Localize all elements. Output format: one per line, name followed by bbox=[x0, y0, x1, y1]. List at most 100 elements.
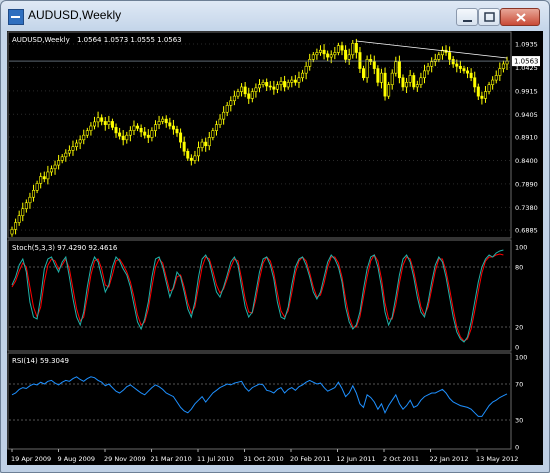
date-tick-label: 19 Apr 2009 bbox=[11, 455, 51, 463]
candle-body bbox=[422, 70, 426, 79]
candle-body bbox=[505, 60, 509, 65]
candle-body bbox=[390, 72, 394, 85]
stochastic-group bbox=[9, 249, 510, 343]
rsi-level-label: 30 bbox=[515, 417, 523, 425]
candle-body bbox=[487, 84, 491, 92]
candle-body bbox=[480, 95, 484, 99]
candle-body bbox=[207, 137, 211, 147]
candle-body bbox=[75, 142, 79, 147]
price-tick-label: 0.8910 bbox=[515, 134, 538, 142]
stoch-panel-frame bbox=[7, 239, 512, 352]
date-tick-label: 9 Aug 2009 bbox=[58, 455, 96, 463]
maximize-button[interactable] bbox=[478, 8, 500, 26]
candle-body bbox=[408, 75, 412, 83]
candle-body bbox=[89, 125, 93, 131]
stoch-level-label: 100 bbox=[515, 244, 527, 252]
chart-area[interactable]: 1.0935 1.0425 0.9915 0.9405 0.8910 0.8400 0.78… bbox=[7, 31, 543, 465]
candle-body bbox=[290, 79, 294, 83]
stoch-main-line bbox=[11, 249, 504, 343]
candle-body bbox=[430, 61, 434, 67]
date-tick-label: 22 Jan 2012 bbox=[430, 455, 469, 463]
candle-body bbox=[189, 157, 193, 161]
candle-body bbox=[150, 130, 154, 138]
candle-body bbox=[297, 77, 301, 83]
date-tick-label: 12 Jun 2011 bbox=[337, 455, 376, 463]
candle-body bbox=[333, 52, 337, 56]
candle-body bbox=[379, 72, 383, 83]
candle-body bbox=[304, 65, 308, 74]
current-price-tag: 1.0563 bbox=[512, 56, 540, 67]
candle-body bbox=[193, 155, 197, 161]
rsi-level-label: 100 bbox=[515, 354, 527, 362]
candle-body bbox=[168, 122, 172, 127]
candle-body bbox=[458, 65, 462, 69]
candle-body bbox=[365, 59, 369, 79]
title-bar[interactable]: AUDUSD,Weekly bbox=[1, 1, 549, 31]
candle-body bbox=[405, 82, 409, 88]
candle-body bbox=[491, 79, 495, 85]
candle-body bbox=[498, 68, 502, 76]
candle-body bbox=[42, 176, 46, 180]
date-tick-label: 29 Nov 2009 bbox=[104, 455, 146, 463]
candle-body bbox=[437, 54, 441, 60]
candle-body bbox=[64, 152, 68, 158]
stoch-level-label: 20 bbox=[515, 324, 523, 332]
rsi-level-label: 0 bbox=[515, 444, 519, 452]
candle-body bbox=[132, 125, 136, 131]
rsi-panel-frame bbox=[7, 352, 512, 450]
candle-body bbox=[161, 118, 165, 122]
candle-body bbox=[483, 91, 487, 99]
candle-body bbox=[340, 45, 344, 51]
candle-body bbox=[466, 70, 470, 74]
chart-window-icon bbox=[8, 9, 24, 25]
close-button[interactable] bbox=[500, 8, 540, 26]
candle-body bbox=[143, 131, 147, 136]
candle-body bbox=[247, 93, 251, 99]
chart-window: AUDUSD,Weekly 1.0935 1.0425 0.9915 0.9405 0.… bbox=[0, 0, 550, 473]
candle-body bbox=[85, 130, 89, 136]
candle-body bbox=[272, 86, 276, 90]
price-chart-svg[interactable]: 1.09351.04250.99150.94050.89100.84000.78… bbox=[7, 31, 543, 465]
candle-body bbox=[240, 86, 244, 92]
candle-body bbox=[258, 84, 262, 89]
stoch-label: Stoch(5,3,3) 97.4290 92.4616 bbox=[12, 244, 118, 252]
ohlc-values: 1.0564 1.0573 1.0555 1.0563 bbox=[77, 36, 182, 44]
candle-body bbox=[171, 125, 175, 130]
candle-body bbox=[451, 59, 455, 65]
candle-body bbox=[164, 118, 168, 124]
candle-body bbox=[107, 121, 111, 125]
candle-body bbox=[358, 52, 362, 69]
candle-body bbox=[268, 85, 272, 88]
candle-body bbox=[175, 128, 179, 134]
candle-body bbox=[351, 42, 355, 56]
candle-body bbox=[469, 72, 473, 79]
candle-body bbox=[415, 84, 419, 88]
candle-body bbox=[354, 42, 358, 53]
price-tick-label: 0.7890 bbox=[515, 180, 538, 188]
candle-body bbox=[293, 79, 297, 83]
candle-body bbox=[261, 82, 265, 85]
candle-body bbox=[32, 190, 36, 198]
minimize-icon bbox=[463, 20, 472, 22]
candle-body bbox=[110, 121, 114, 128]
candle-body bbox=[200, 141, 204, 148]
candle-body bbox=[362, 68, 366, 79]
candle-body bbox=[254, 87, 258, 92]
candle-body bbox=[118, 132, 122, 137]
candle-body bbox=[71, 146, 75, 151]
maximize-icon bbox=[484, 12, 495, 22]
candle-body bbox=[283, 81, 287, 88]
candle-body bbox=[146, 134, 150, 138]
candle-body bbox=[39, 176, 43, 184]
candle-body bbox=[232, 95, 236, 102]
candle-body bbox=[476, 86, 480, 97]
candle-body bbox=[57, 160, 61, 166]
candle-body bbox=[136, 125, 140, 129]
candle-body bbox=[96, 117, 100, 123]
candle-body bbox=[24, 202, 28, 210]
rsi-label: RSI(14) 59.3049 bbox=[12, 357, 69, 365]
minimize-button[interactable] bbox=[456, 8, 478, 26]
candle-body bbox=[53, 164, 57, 170]
candle-body bbox=[157, 121, 161, 125]
candle-body bbox=[315, 52, 319, 56]
